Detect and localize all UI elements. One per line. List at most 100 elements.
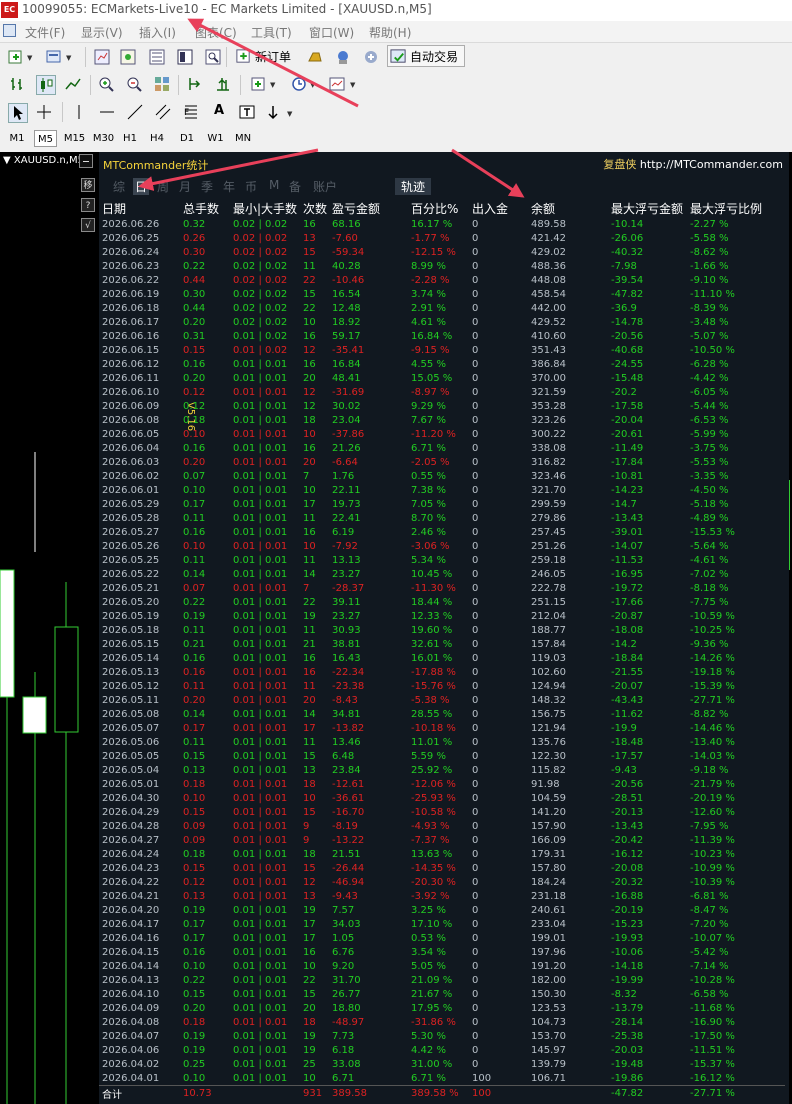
total-row[interactable]: 合计 10.73 931 389.58 389.58 % 100 -47.82 -27.71 … (99, 1085, 785, 1101)
table-row[interactable]: 2026.05.13 0.16 0.01 | 0.01 16 -22.34 -17.88 … (99, 665, 785, 679)
table-row[interactable]: 2026.05.01 0.18 0.01 | 0.01 18 -12.61 -12.06 … (99, 777, 785, 791)
timeframe-m15[interactable]: M15 (61, 130, 88, 147)
column-header[interactable]: 总手数 (180, 199, 230, 217)
table-row[interactable]: 2026.05.19 0.19 0.01 | 0.01 19 23.27 12.33 % 0… (99, 609, 785, 623)
column-header[interactable]: 最小|大手数 (230, 199, 300, 217)
table-row[interactable]: 2026.04.02 0.25 0.01 | 0.01 25 33.08 31.00 % 0… (99, 1057, 785, 1071)
table-row[interactable]: 2026.06.10 0.12 0.01 | 0.01 12 -31.69 -8.97 %… (99, 385, 785, 399)
timeframe-w1[interactable]: W1 (203, 130, 228, 147)
bar-chart-icon[interactable] (8, 75, 26, 93)
tab-weekly[interactable]: 周 (157, 178, 169, 195)
menu-insert[interactable]: 插入(I) (139, 24, 176, 41)
table-row[interactable]: 2026.04.22 0.12 0.01 | 0.01 12 -46.94 -20.30 … (99, 875, 785, 889)
table-row[interactable]: 2026.06.23 0.22 0.02 | 0.02 11 40.28 8.99 % 0 4… (99, 259, 785, 273)
dropdown-arrow-icon[interactable]: ▼ (270, 81, 275, 89)
table-row[interactable]: 2026.06.05 0.10 0.01 | 0.01 10 -37.86 -11.20 … (99, 427, 785, 441)
table-row[interactable]: 2026.06.04 0.16 0.01 | 0.01 16 21.26 6.71 % 0 3… (99, 441, 785, 455)
table-row[interactable]: 2026.05.05 0.15 0.01 | 0.01 15 6.48 5.59 % 0 12… (99, 749, 785, 763)
table-row[interactable]: 2026.04.30 0.10 0.01 | 0.01 10 -36.61 -25.93 … (99, 791, 785, 805)
column-header[interactable]: 出入金 (469, 199, 528, 217)
table-row[interactable]: 2026.05.18 0.11 0.01 | 0.01 11 30.93 19.60 % 0… (99, 623, 785, 637)
terminal-icon[interactable] (176, 48, 194, 66)
menu-help[interactable]: 帮助(H) (369, 24, 411, 41)
zoom-out-icon[interactable] (125, 75, 143, 93)
price-chart[interactable] (0, 152, 100, 1104)
table-row[interactable]: 2026.04.21 0.13 0.01 | 0.01 13 -9.43 -3.92 % 0… (99, 889, 785, 903)
table-row[interactable]: 2026.05.07 0.17 0.01 | 0.01 17 -13.82 -10.18 … (99, 721, 785, 735)
help-button[interactable]: ? (81, 198, 95, 212)
menu-file[interactable]: 文件(F) (25, 24, 65, 41)
table-row[interactable]: 2026.06.19 0.30 0.02 | 0.02 15 16.54 3.74 % 0 4… (99, 287, 785, 301)
market-watch-icon[interactable] (93, 48, 111, 66)
timeframe-m30[interactable]: M30 (90, 130, 117, 147)
tab-overview[interactable]: 综 (113, 178, 125, 195)
table-row[interactable]: 2026.05.08 0.14 0.01 | 0.01 14 34.81 28.55 % 0… (99, 707, 785, 721)
table-row[interactable]: 2026.04.27 0.09 0.01 | 0.01 9 -13.22 -7.37 % 0… (99, 833, 785, 847)
table-row[interactable]: 2026.04.15 0.16 0.01 | 0.01 16 6.76 3.54 % 0 19… (99, 945, 785, 959)
table-row[interactable]: 2026.06.15 0.15 0.01 | 0.02 12 -35.41 -9.15 %… (99, 343, 785, 357)
new-chart-icon[interactable] (7, 48, 25, 66)
table-row[interactable]: 2026.06.12 0.16 0.01 | 0.01 16 16.84 4.55 % 0 3… (99, 357, 785, 371)
indicators-icon[interactable] (250, 75, 268, 93)
column-header[interactable]: 最大浮亏金额 (608, 199, 687, 217)
tab-notes[interactable]: 备 (289, 178, 301, 195)
arrow-marker-icon[interactable] (264, 103, 282, 121)
table-row[interactable]: 2026.06.09 0.12 0.01 | 0.01 12 30.02 9.29 % 0 3… (99, 399, 785, 413)
confirm-button[interactable]: √ (81, 218, 95, 232)
line-chart-icon[interactable] (64, 75, 82, 93)
market-icon[interactable] (362, 48, 380, 66)
table-row[interactable]: 2026.06.16 0.31 0.01 | 0.02 16 59.17 16.84 % 0… (99, 329, 785, 343)
table-row[interactable]: 2026.05.22 0.14 0.01 | 0.01 14 23.27 10.45 % 0… (99, 567, 785, 581)
table-row[interactable]: 2026.05.25 0.11 0.01 | 0.01 11 13.13 5.34 % 0 2… (99, 553, 785, 567)
new-order-button[interactable]: 新订单 (232, 45, 300, 67)
table-row[interactable]: 2026.06.02 0.07 0.01 | 0.01 7 1.76 0.55 % 0 323… (99, 469, 785, 483)
table-row[interactable]: 2026.05.06 0.11 0.01 | 0.01 11 13.46 11.01 % 0… (99, 735, 785, 749)
column-header[interactable]: 日期 (99, 199, 180, 217)
table-row[interactable]: 2026.06.25 0.26 0.02 | 0.02 13 -7.60 -1.77 % 0… (99, 231, 785, 245)
tab-monthly[interactable]: 月 (179, 178, 191, 195)
table-row[interactable]: 2026.06.26 0.32 0.02 | 0.02 16 68.16 16.17 % 0… (99, 217, 785, 231)
tile-windows-icon[interactable] (153, 75, 171, 93)
signals-icon[interactable] (334, 48, 352, 66)
table-row[interactable]: 2026.04.23 0.15 0.01 | 0.01 15 -26.44 -14.35 … (99, 861, 785, 875)
table-row[interactable]: 2026.04.24 0.18 0.01 | 0.01 18 21.51 13.63 % 0… (99, 847, 785, 861)
tab-account[interactable]: 账户 (313, 178, 337, 195)
table-row[interactable]: 2026.04.06 0.19 0.01 | 0.01 19 6.18 4.42 % 0 14… (99, 1043, 785, 1057)
menu-tools[interactable]: 工具(T) (251, 24, 292, 41)
table-row[interactable]: 2026.05.26 0.10 0.01 | 0.01 10 -7.92 -3.06 % 0… (99, 539, 785, 553)
tab-yearly[interactable]: 年 (223, 178, 235, 195)
timeframe-m1[interactable]: M1 (5, 130, 29, 147)
column-header[interactable]: 盈亏金额 (329, 199, 408, 217)
fibonacci-icon[interactable]: F (182, 103, 200, 121)
move-button[interactable]: 移 (81, 178, 95, 192)
table-row[interactable]: 2026.05.15 0.21 0.01 | 0.01 21 38.81 32.61 % 0… (99, 637, 785, 651)
navigator-icon[interactable] (148, 48, 166, 66)
chart-symbol-tab[interactable]: ▼ XAUUSD.n,M5 (3, 155, 84, 166)
table-row[interactable]: 2026.04.01 0.10 0.01 | 0.01 10 6.71 6.71 % 100… (99, 1071, 785, 1086)
tab-quarterly[interactable]: 季 (201, 178, 213, 195)
table-row[interactable]: 2026.06.08 0.18 0.01 | 0.01 18 23.04 7.67 % 0 3… (99, 413, 785, 427)
table-row[interactable]: 2026.05.20 0.22 0.01 | 0.01 22 39.11 18.44 % 0… (99, 595, 785, 609)
column-header[interactable]: 次数 (300, 199, 329, 217)
table-row[interactable]: 2026.04.07 0.19 0.01 | 0.01 19 7.73 5.30 % 0 15… (99, 1029, 785, 1043)
table-row[interactable]: 2026.05.04 0.13 0.01 | 0.01 13 23.84 25.92 % 0… (99, 763, 785, 777)
equidistant-channel-icon[interactable] (154, 103, 172, 121)
timeframe-h4[interactable]: H4 (146, 130, 168, 147)
table-row[interactable]: 2026.04.20 0.19 0.01 | 0.01 19 7.57 3.25 % 0 24… (99, 903, 785, 917)
timeframe-mn[interactable]: MN (231, 130, 255, 147)
crosshair-icon[interactable] (35, 103, 53, 121)
table-row[interactable]: 2026.05.21 0.07 0.01 | 0.01 7 -28.37 -11.30 %… (99, 581, 785, 595)
auto-scroll-icon[interactable] (214, 75, 232, 93)
text-tool-icon[interactable]: A (214, 103, 224, 118)
tab-currency[interactable]: 币 (245, 178, 257, 195)
table-row[interactable]: 2026.06.18 0.44 0.02 | 0.02 22 12.48 2.91 % 0 4… (99, 301, 785, 315)
dropdown-arrow-icon[interactable]: ▼ (66, 54, 71, 62)
candlestick-chart-icon[interactable] (36, 75, 56, 95)
table-row[interactable]: 2026.05.27 0.16 0.01 | 0.01 16 6.19 2.46 % 0 25… (99, 525, 785, 539)
track-button[interactable]: 轨迹 (395, 178, 432, 195)
text-label-icon[interactable] (238, 103, 256, 121)
cursor-icon[interactable] (8, 103, 28, 123)
table-row[interactable]: 2026.05.28 0.11 0.01 | 0.01 11 22.41 8.70 % 0 2… (99, 511, 785, 525)
table-row[interactable]: 2026.04.13 0.22 0.01 | 0.01 22 31.70 21.09 % 0… (99, 973, 785, 987)
column-header[interactable]: 余额 (528, 199, 608, 217)
